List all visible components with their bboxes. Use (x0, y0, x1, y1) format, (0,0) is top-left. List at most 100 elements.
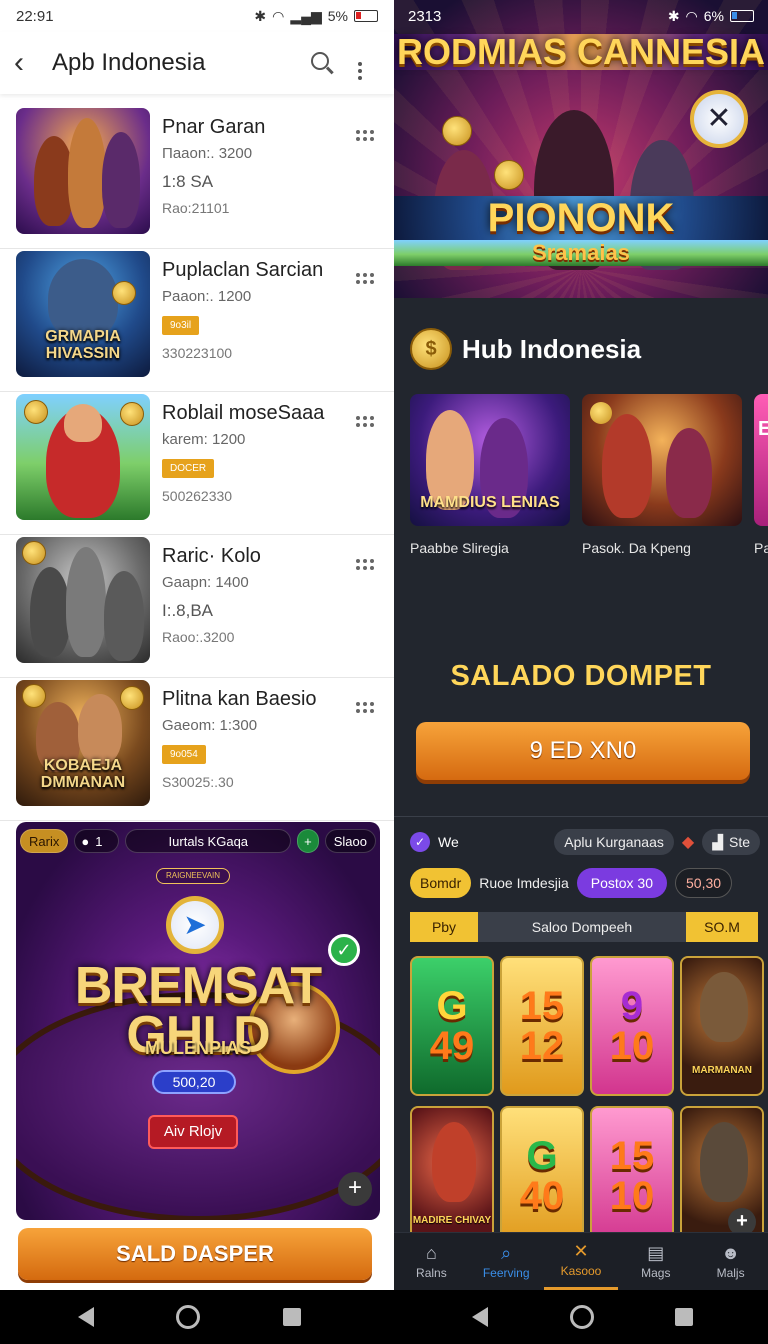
grid-menu-icon[interactable] (356, 273, 374, 284)
bottom-tab-bar: ⌂ Ralns ⌕ Feerving ✕ Kasooo ▤ Mags ☻ Maljs (394, 1232, 768, 1290)
promo-subtitle: MULENPIAS (144, 1038, 251, 1058)
hub-card[interactable]: MAMDIUS LENIAS Paabbe Sliregia (410, 394, 570, 556)
promo-sign: RAIGNEEVAIN (156, 868, 230, 884)
tab-maljs[interactable]: ☻ Maljs (693, 1233, 768, 1290)
promo-cta-button[interactable]: Aiv Rlojv (148, 1115, 238, 1149)
grid-menu-icon[interactable] (356, 559, 374, 570)
hub-card-caption: Paabbe Sliregia (410, 540, 509, 556)
chip-aplu[interactable]: Aplu Kurganaas (554, 829, 674, 855)
game-meta: karem: 1200 (162, 431, 246, 448)
add-button[interactable]: + (338, 1172, 372, 1206)
list-item[interactable]: Raric· Kolo Gaapn: 1400 I:.8,BA Raoo:.32… (0, 535, 394, 678)
hero-banner[interactable]: ✕ RODMIAS CANNESIA PIONONK Sramaias (394, 0, 768, 298)
tab-ralns[interactable]: ⌂ Ralns (394, 1233, 469, 1290)
wallet-label: Saloo Dompeeh (478, 912, 686, 942)
left-app-pane: 22:91 ✱ ◠ ▂▄▆ 5% ‹ Apb Indonesia Pnar Ga… (0, 0, 394, 1290)
slot-tile[interactable]: + (680, 1106, 764, 1246)
promo-category[interactable]: Iurtals KGaqa (125, 829, 292, 853)
grid-menu-icon[interactable] (356, 416, 374, 427)
wallet-value: SO.M (686, 912, 758, 942)
status-time: 2313 (408, 7, 442, 25)
game-thumbnail[interactable] (16, 394, 150, 520)
nav-recent-icon[interactable] (675, 1308, 693, 1326)
tab-kasooo[interactable]: ✕ Kasooo (543, 1233, 619, 1290)
slot-tile[interactable]: 15 10 (590, 1106, 674, 1246)
game-name: Roblail moseSaaa (162, 402, 325, 424)
pill-balance[interactable]: 50,30 (675, 868, 733, 898)
plus-icon[interactable]: + (297, 829, 319, 853)
game-name: Raric· Kolo (162, 545, 261, 567)
hub-card-image[interactable]: MAMDIUS LENIAS (410, 394, 570, 526)
status-time: 22:91 (16, 7, 54, 25)
nav-home-icon[interactable] (176, 1305, 200, 1329)
slot-tile[interactable]: MADIRE CHIVAY (410, 1106, 494, 1246)
coin-icon: $ (410, 328, 452, 370)
grid-menu-icon[interactable] (356, 130, 374, 141)
list-item[interactable]: Roblail moseSaaa karem: 1200 DOCER 50026… (0, 392, 394, 535)
status-badge: 9o3il (162, 316, 200, 335)
promo-top-bar: Rarix ● 1 Iurtals KGaqa + Slaoo (16, 822, 380, 860)
hub-card[interactable]: E Pa (754, 394, 768, 556)
chip-we[interactable]: We (438, 834, 459, 850)
pill-bomdr[interactable]: Bomdr (410, 868, 472, 898)
hub-card-label: E (758, 418, 768, 440)
promo-coins[interactable]: Slaoo (324, 829, 376, 853)
status-bar: 2313 ✱ ◠ 6% (394, 0, 768, 32)
nav-back-icon[interactable] (472, 1307, 488, 1327)
wifi-icon: ◠ (272, 7, 285, 24)
game-name: Pnar Garan (162, 116, 266, 138)
promo-banner[interactable]: Rarix ● 1 Iurtals KGaqa + Slaoo RAIGNEEVA… (16, 822, 380, 1220)
pill-postox[interactable]: Postox 30 (576, 868, 667, 898)
close-coin-icon[interactable]: ✕ (690, 90, 748, 148)
coin-icon (590, 402, 612, 424)
hub-card[interactable]: Pasok. Da Kpeng (582, 394, 742, 556)
check-badge-icon: ✓ (410, 832, 430, 852)
game-thumbnail[interactable]: GRMAPIA HIVASSIN (16, 251, 150, 377)
compass-icon: ➤ (166, 896, 224, 954)
sald-dasper-button[interactable]: SALD DASPER (18, 1228, 372, 1280)
right-app-pane: ✕ RODMIAS CANNESIA PIONONK Sramaias 2313… (394, 0, 768, 1290)
slot-tile[interactable]: 15 12 (500, 956, 584, 1096)
hub-card-image[interactable]: E (754, 394, 768, 526)
saldo-button[interactable]: 9 ED XN0 (416, 722, 750, 780)
slot-tile[interactable]: 9 10 (590, 956, 674, 1096)
chip-ste: Ste (728, 834, 750, 850)
wallet-bar: Pby Saloo Dompeeh SO.M (410, 912, 758, 942)
game-thumbnail[interactable] (16, 108, 150, 234)
wallet-play[interactable]: Pby (410, 912, 478, 942)
coin-icon (120, 402, 144, 426)
slot-tile[interactable]: G 40 (500, 1106, 584, 1246)
book-icon: ▤ (647, 1242, 665, 1263)
slot-tile[interactable]: G 49 (410, 956, 494, 1096)
game-size: 1:8 SA (162, 172, 214, 191)
game-thumbnail[interactable] (16, 537, 150, 663)
game-size: I:.8,BA (162, 601, 214, 620)
nav-back-icon[interactable] (78, 1307, 94, 1327)
profile-icon: ☻ (721, 1242, 741, 1263)
hub-card-image[interactable] (582, 394, 742, 526)
nav-recent-icon[interactable] (283, 1308, 301, 1326)
list-item[interactable]: Pnar Garan Πaaon:. 3200 1:8 SA Rao:21101 (0, 106, 394, 249)
coin-icon (112, 281, 136, 305)
tab-feerving[interactable]: ⌕ Feerving (469, 1233, 544, 1290)
page-title: Apb Indonesia (52, 49, 206, 76)
promo-pill[interactable]: Rarix (20, 829, 69, 853)
tab-mags[interactable]: ▤ Mags (618, 1233, 693, 1290)
casino-icon: ✕ (573, 1241, 589, 1261)
pill-row: Bomdr Ruoe Imdesjia Postox 30 50,30 (410, 868, 733, 898)
promo-amount: 500,20 (152, 1070, 236, 1094)
hub-card-label: MAMDIUS LENIAS (420, 494, 560, 512)
more-menu-button[interactable] (340, 46, 380, 80)
dice-icon[interactable]: ◆ (682, 832, 694, 852)
nav-home-icon[interactable] (570, 1305, 594, 1329)
banner-subline: Sramaias (394, 240, 768, 266)
back-arrow-icon[interactable]: ‹ (14, 46, 46, 80)
home-icon: ⌂ (425, 1242, 437, 1263)
search-button[interactable] (300, 50, 340, 76)
coin-icon (120, 686, 144, 710)
grid-menu-icon[interactable] (356, 702, 374, 713)
game-thumbnail[interactable]: KOBAEJA DMMANAN (16, 680, 150, 806)
list-item[interactable]: GRMAPIA HIVASSIN Puplaclan Sarcian Paaon… (0, 249, 394, 392)
slot-tile[interactable]: MARMANAN (680, 956, 764, 1096)
list-item[interactable]: KOBAEJA DMMANAN Plitna kan Baesio Gaeom:… (0, 678, 394, 821)
